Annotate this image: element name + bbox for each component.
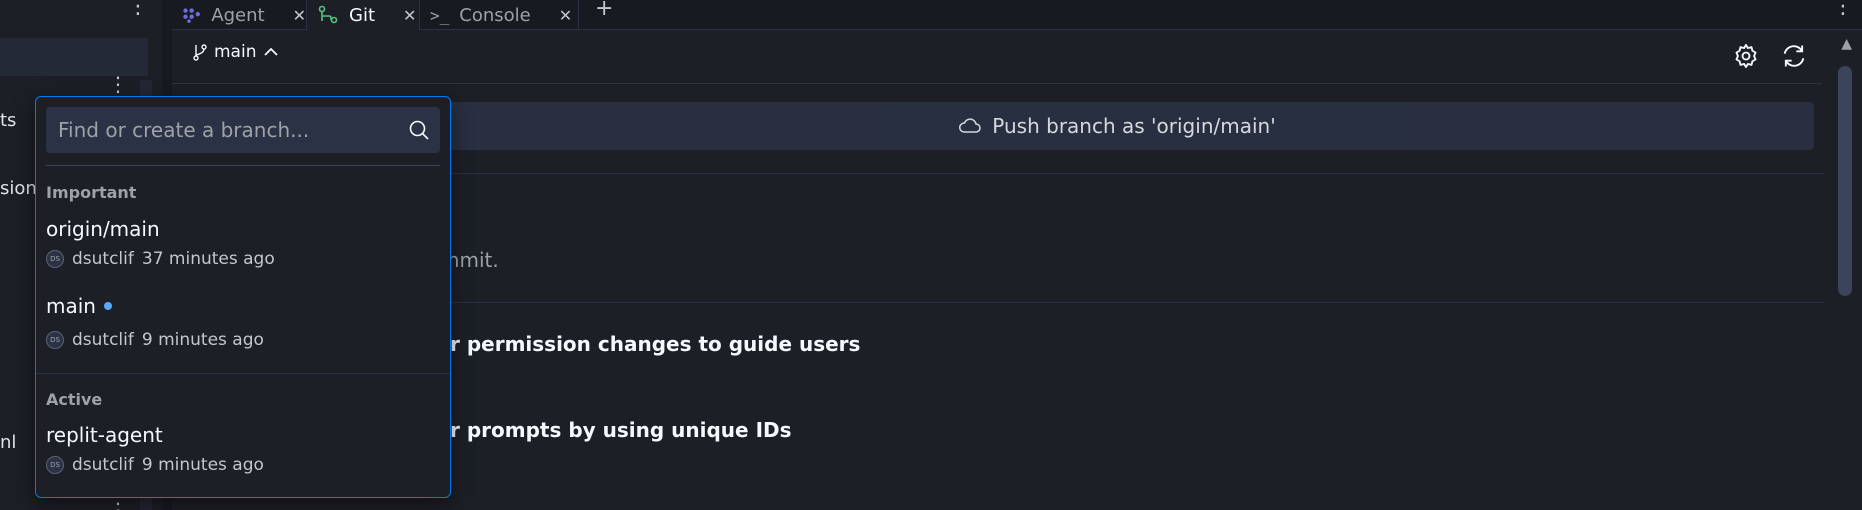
close-icon[interactable]: ✕ <box>403 6 416 25</box>
file-name-fragment[interactable]: nl <box>0 432 16 453</box>
branch-item-origin-main[interactable]: origin/main DS dsutclif 37 minutes ago <box>46 217 440 287</box>
search-icon <box>409 120 429 140</box>
more-options-icon[interactable]: ⋮ <box>108 72 128 96</box>
branch-item-main[interactable]: main DS dsutclif 9 minutes ago <box>46 294 440 364</box>
close-icon[interactable]: ✕ <box>293 6 306 25</box>
branch-item-name: main <box>46 294 112 318</box>
branch-dropdown: Important origin/main DS dsutclif 37 min… <box>35 96 451 498</box>
git-toolbar: main <box>172 30 1822 84</box>
branch-item-name: origin/main <box>46 217 160 241</box>
tab-agent[interactable]: Agent ✕ <box>172 0 306 30</box>
tab-label: Git <box>349 4 376 26</box>
tab-console[interactable]: >_ Console ✕ <box>420 0 578 30</box>
branch-item-label: replit-agent <box>46 423 163 447</box>
avatar: DS <box>46 456 64 474</box>
file-name-fragment[interactable]: ts <box>0 110 16 131</box>
scroll-up-arrow-icon[interactable]: ▲ <box>1841 36 1852 52</box>
cloud-icon <box>959 118 982 133</box>
file-search-strip[interactable] <box>0 38 148 76</box>
tab-label: Agent <box>211 4 265 26</box>
branch-time: 37 minutes ago <box>141 249 275 269</box>
refresh-icon[interactable] <box>1780 42 1808 70</box>
branch-author: dsutclif <box>72 330 134 350</box>
push-branch-button[interactable]: Push branch as 'origin/main' <box>420 102 1814 150</box>
branch-search-input[interactable] <box>46 107 440 153</box>
commit-message[interactable]: r permission changes to guide users <box>450 332 860 356</box>
avatar: DS <box>46 331 64 349</box>
console-icon: >_ <box>430 5 450 25</box>
branch-time: 9 minutes ago <box>141 330 264 350</box>
gear-icon[interactable] <box>1732 42 1760 70</box>
branch-author: dsutclif <box>72 455 134 475</box>
more-options-icon[interactable]: ⋮ <box>108 498 128 510</box>
section-divider <box>36 373 450 374</box>
branch-item-meta: DS dsutclif 37 minutes ago <box>46 249 275 269</box>
chevron-up-icon <box>264 47 279 56</box>
branch-item-replit-agent[interactable]: replit-agent DS dsutclif 9 minutes ago <box>46 423 440 493</box>
branch-item-label: main <box>46 294 96 318</box>
current-branch-indicator-icon <box>103 302 112 310</box>
main-scrollbar[interactable] <box>1838 66 1852 296</box>
branch-selector-button[interactable]: main <box>192 42 280 62</box>
branch-item-label: origin/main <box>46 217 160 241</box>
commit-message[interactable]: r prompts by using unique IDs <box>450 418 792 442</box>
push-branch-label: Push branch as 'origin/main' <box>992 114 1276 138</box>
tab-bar: Agent ✕ Git ✕ >_ Console ✕ + ⋮ <box>172 0 1862 30</box>
branch-time: 9 minutes ago <box>141 455 264 475</box>
app-root: ⋮ ⋮ ts sion- nl ⋮ Agent ✕ Git ✕ >_ Conso… <box>0 0 1862 510</box>
more-options-icon[interactable]: ⋮ <box>127 0 149 19</box>
branch-item-meta: DS dsutclif 9 minutes ago <box>46 330 264 350</box>
tab-git[interactable]: Git ✕ <box>307 0 419 30</box>
input-divider <box>46 165 440 166</box>
git-icon <box>318 5 338 24</box>
branch-name: main <box>214 42 257 62</box>
close-icon[interactable]: ✕ <box>559 6 572 25</box>
branch-item-meta: DS dsutclif 9 minutes ago <box>46 455 264 475</box>
section-divider <box>420 173 1824 174</box>
branch-item-name: replit-agent <box>46 423 163 447</box>
more-options-icon[interactable]: ⋮ <box>1832 0 1854 19</box>
agent-icon <box>183 8 200 23</box>
section-heading-active: Active <box>46 390 103 409</box>
section-heading-important: Important <box>46 183 137 202</box>
branch-icon <box>193 44 207 61</box>
tab-separator <box>578 0 579 30</box>
tab-label: Console <box>459 4 531 26</box>
section-divider <box>420 302 1824 303</box>
branch-author: dsutclif <box>72 249 134 269</box>
add-tab-icon[interactable]: + <box>595 0 613 21</box>
avatar: DS <box>46 250 64 268</box>
